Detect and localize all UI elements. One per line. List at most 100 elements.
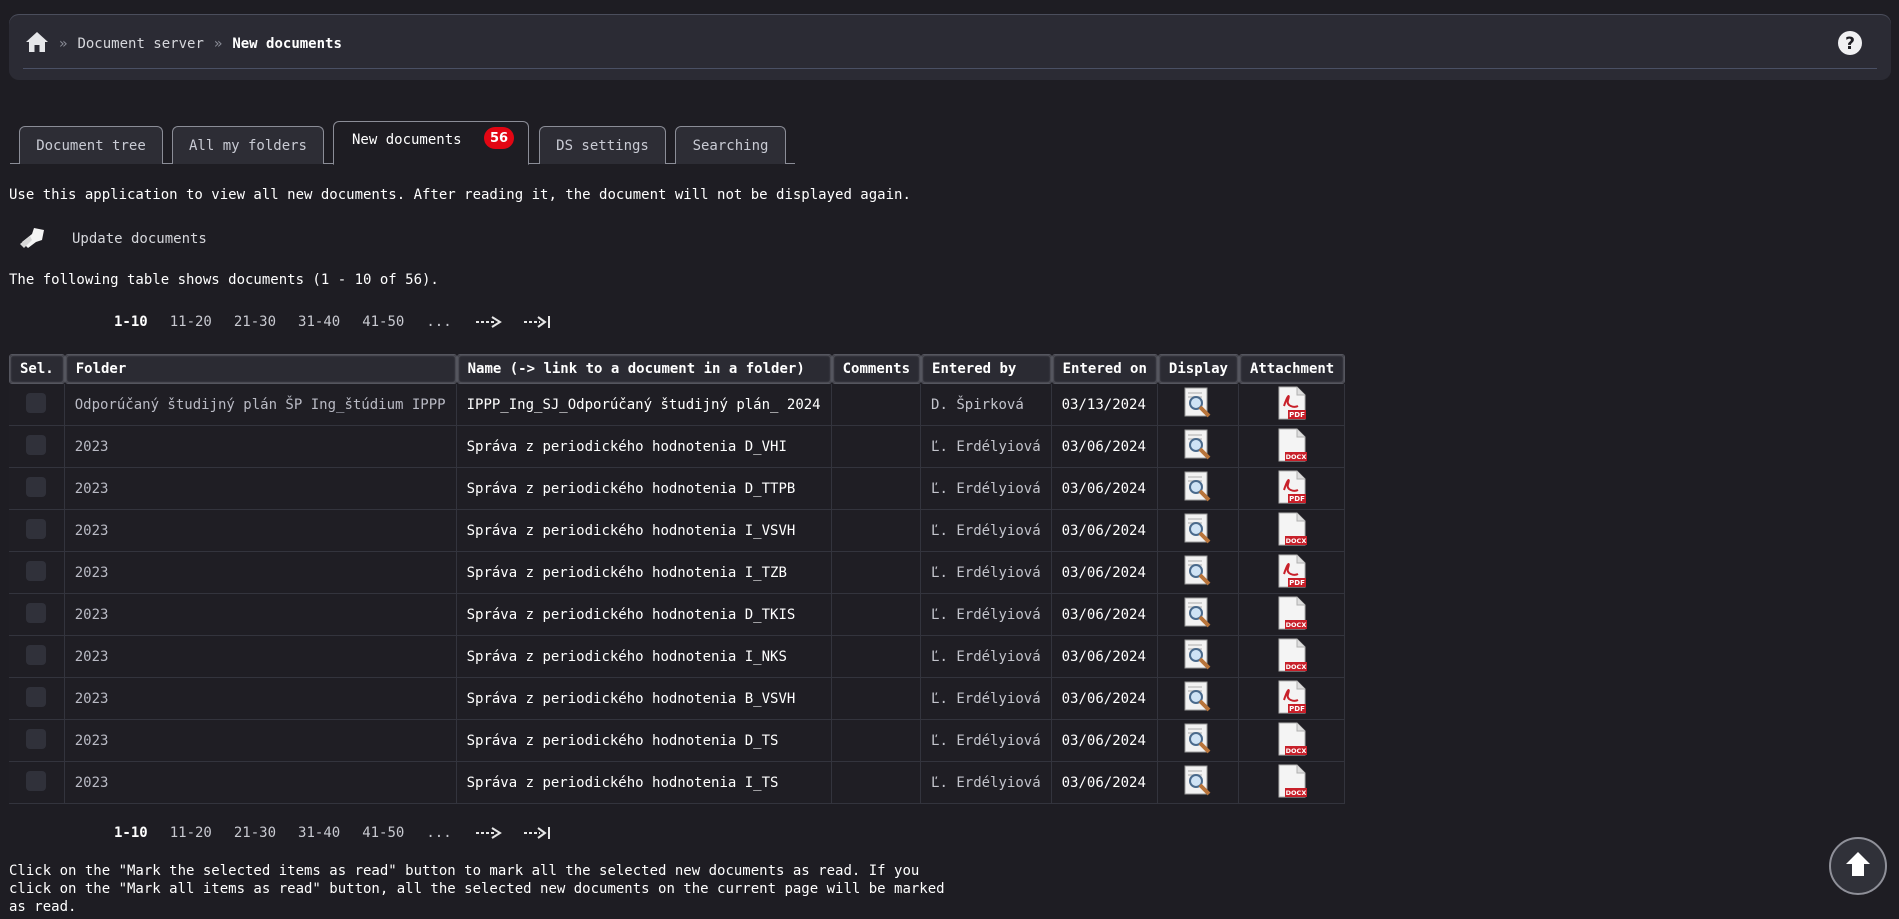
tab-all-my-folders[interactable]: All my folders <box>172 126 324 164</box>
select-cell <box>9 384 65 426</box>
entered-on-cell: 03/06/2024 <box>1051 468 1158 510</box>
docx-icon[interactable]: DOCX <box>1276 596 1308 634</box>
page-link[interactable]: 41-50 <box>362 825 404 841</box>
select-checkbox[interactable] <box>26 476 47 497</box>
attachment-cell: PDF <box>1238 468 1346 510</box>
pdf-icon[interactable]: PDF <box>1276 554 1308 592</box>
magnifier-icon[interactable] <box>1183 513 1213 549</box>
docx-icon[interactable]: DOCX <box>1276 764 1308 802</box>
folder-link[interactable]: 2023 <box>64 552 457 594</box>
entered-by-cell: Ľ. Erdélyiová <box>921 594 1052 636</box>
document-name-link[interactable]: Správa z periodického hodnotenia D_TKIS <box>456 594 832 636</box>
select-checkbox[interactable] <box>26 686 47 707</box>
select-checkbox[interactable] <box>26 770 47 791</box>
tab-document-tree[interactable]: Document tree <box>19 126 163 164</box>
header-divider <box>23 68 1877 69</box>
svg-text:DOCX: DOCX <box>1285 663 1306 671</box>
folder-link[interactable]: 2023 <box>64 510 457 552</box>
page-link[interactable]: 31-40 <box>298 825 340 841</box>
folder-link[interactable]: 2023 <box>64 426 457 468</box>
pdf-icon[interactable]: PDF <box>1276 386 1308 424</box>
page-link[interactable]: 21-30 <box>234 825 276 841</box>
page-link[interactable]: 41-50 <box>362 314 404 330</box>
document-name-link[interactable]: Správa z periodického hodnotenia B_VSVH <box>456 678 832 720</box>
document-name-link[interactable]: IPPP_Ing_SJ_Odporúčaný študijný plán_ 20… <box>456 384 832 426</box>
update-documents-button[interactable]: Update documents <box>18 224 207 254</box>
document-name-link[interactable]: Správa z periodického hodnotenia I_TS <box>456 762 832 804</box>
magnifier-icon[interactable] <box>1183 639 1213 675</box>
magnifier-icon[interactable] <box>1183 471 1213 507</box>
select-checkbox[interactable] <box>26 518 47 539</box>
attachment-cell: DOCX <box>1238 510 1346 552</box>
tab-label: All my folders <box>188 137 307 154</box>
page-link-more[interactable]: ... <box>426 825 451 841</box>
breadcrumb-document-server[interactable]: Document server <box>77 36 203 52</box>
select-cell <box>9 594 65 636</box>
tab-label: Document tree <box>36 137 146 154</box>
svg-text:DOCX: DOCX <box>1285 789 1306 797</box>
document-name-link[interactable]: Správa z periodického hodnotenia I_NKS <box>456 636 832 678</box>
tab-ds-settings[interactable]: DS settings <box>539 126 666 164</box>
page-link[interactable]: 11-20 <box>170 314 212 330</box>
document-name-link[interactable]: Správa z periodického hodnotenia I_VSVH <box>456 510 832 552</box>
select-checkbox[interactable] <box>26 602 47 623</box>
entered-by-cell: Ľ. Erdélyiová <box>921 762 1052 804</box>
table-row: Odporúčaný študijný plán ŠP Ing_štúdium … <box>9 384 1346 426</box>
next-page-icon[interactable] <box>474 826 504 840</box>
magnifier-icon[interactable] <box>1183 681 1213 717</box>
folder-link[interactable]: 2023 <box>64 594 457 636</box>
magnifier-icon[interactable] <box>1183 555 1213 591</box>
tab-bar: Document tree All my folders New documen… <box>10 118 795 165</box>
magnifier-icon[interactable] <box>1183 429 1213 465</box>
table-row: 2023 Správa z periodického hodnotenia B_V… <box>9 678 1346 720</box>
document-name-link[interactable]: Správa z periodického hodnotenia D_TTPB <box>456 468 832 510</box>
next-page-icon[interactable] <box>474 315 504 329</box>
select-checkbox[interactable] <box>26 644 47 665</box>
docx-icon[interactable]: DOCX <box>1276 428 1308 466</box>
docx-icon[interactable]: DOCX <box>1276 722 1308 760</box>
select-checkbox[interactable] <box>26 560 47 581</box>
folder-link[interactable]: 2023 <box>64 468 457 510</box>
last-page-icon[interactable] <box>522 315 552 329</box>
tab-new-documents[interactable]: New documents 56 <box>333 121 529 165</box>
folder-link[interactable]: 2023 <box>64 720 457 762</box>
breadcrumb-separator: » <box>59 36 68 52</box>
docx-icon[interactable]: DOCX <box>1276 512 1308 550</box>
table-row: 2023 Správa z periodického hodnotenia D_V… <box>9 426 1346 468</box>
page-link-more[interactable]: ... <box>426 314 451 330</box>
comments-cell <box>831 720 922 762</box>
page-link[interactable]: 11-20 <box>170 825 212 841</box>
breadcrumb-current: New documents <box>232 36 342 52</box>
docx-icon[interactable]: DOCX <box>1276 638 1308 676</box>
svg-text:PDF: PDF <box>1289 411 1305 419</box>
help-icon[interactable]: ? <box>1837 30 1863 56</box>
column-header-comments: Comments <box>831 354 922 384</box>
document-name-link[interactable]: Správa z periodického hodnotenia D_VHI <box>456 426 832 468</box>
document-name-link[interactable]: Správa z periodického hodnotenia I_TZB <box>456 552 832 594</box>
column-header-attachment: Attachment <box>1238 354 1346 384</box>
folder-link[interactable]: 2023 <box>64 636 457 678</box>
display-cell <box>1157 468 1239 510</box>
folder-link[interactable]: 2023 <box>64 678 457 720</box>
pdf-icon[interactable]: PDF <box>1276 680 1308 718</box>
tab-searching[interactable]: Searching <box>675 126 786 164</box>
breadcrumb-separator: » <box>213 36 223 52</box>
select-checkbox[interactable] <box>26 728 47 749</box>
last-page-icon[interactable] <box>522 826 552 840</box>
magnifier-icon[interactable] <box>1183 765 1213 801</box>
magnifier-icon[interactable] <box>1183 387 1213 423</box>
table-row: 2023 Správa z periodického hodnotenia D_T… <box>9 468 1346 510</box>
folder-link[interactable]: 2023 <box>64 762 457 804</box>
magnifier-icon[interactable] <box>1183 597 1213 633</box>
pdf-icon[interactable]: PDF <box>1276 470 1308 508</box>
scroll-to-top-button[interactable] <box>1829 837 1887 895</box>
folder-link[interactable]: Odporúčaný študijný plán ŠP Ing_štúdium … <box>64 384 457 426</box>
page-link[interactable]: 21-30 <box>234 314 276 330</box>
document-name-link[interactable]: Správa z periodického hodnotenia D_TS <box>456 720 832 762</box>
home-icon[interactable] <box>25 31 49 57</box>
page-link[interactable]: 31-40 <box>298 314 340 330</box>
table-row: 2023 Správa z periodického hodnotenia D_T… <box>9 594 1346 636</box>
select-checkbox[interactable] <box>26 434 47 455</box>
select-checkbox[interactable] <box>26 392 47 413</box>
magnifier-icon[interactable] <box>1183 723 1213 759</box>
